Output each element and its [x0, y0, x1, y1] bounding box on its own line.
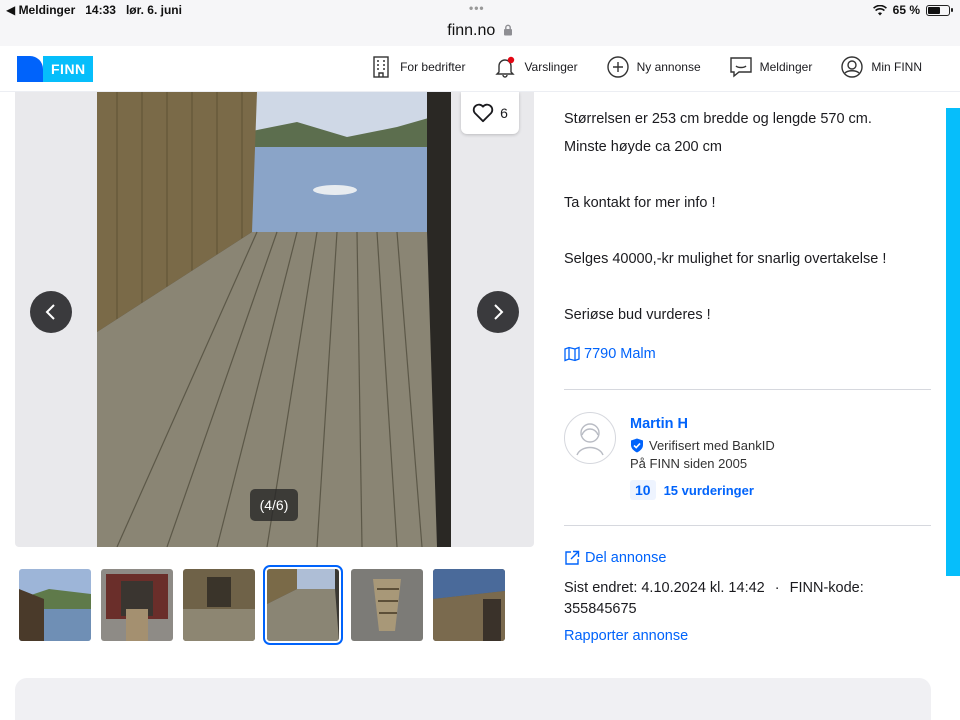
description-line: Selges 40000,-kr mulighet for snarlig ov… [564, 251, 887, 267]
bell-icon [495, 56, 516, 78]
logo-mark [17, 56, 43, 82]
back-to-app-link[interactable]: ◀ Meldinger [6, 3, 75, 17]
address-bar[interactable]: finn.no [0, 20, 960, 46]
side-banner [946, 108, 960, 576]
clock: 14:33 [85, 3, 116, 17]
thumbnail-2[interactable] [101, 569, 173, 641]
multitask-dots-icon[interactable]: ••• [469, 1, 485, 15]
nav-label: Varslinger [524, 60, 578, 74]
nav-label: For bedrifter [400, 60, 466, 74]
seller-avatar[interactable] [564, 412, 616, 464]
nav-for-bedrifter[interactable]: For bedrifter [369, 55, 465, 79]
location-text: 7790 Malm [584, 346, 656, 362]
map-icon [564, 346, 580, 362]
battery-percent: 65 % [892, 3, 920, 17]
verified-shield-icon [631, 438, 643, 453]
logo-text: FINN [43, 56, 93, 82]
chevron-left-icon [45, 304, 55, 320]
battery-level [928, 6, 940, 14]
url-text: finn.no [447, 22, 496, 39]
nav-meldinger[interactable]: Meldinger [729, 55, 813, 79]
thumbnail-image [267, 569, 339, 641]
thumbnail-image [183, 569, 255, 641]
verified-text: Verifisert med BankID [649, 438, 775, 453]
wifi-icon [872, 4, 887, 15]
thumbnail-1[interactable] [19, 569, 91, 641]
nav-label: Ny annonse [636, 60, 701, 74]
thumbnail-image [433, 569, 505, 641]
thumbnail-image [351, 569, 423, 641]
site-header: FINN For bedrifter Varslinger Ny annonse… [0, 46, 960, 92]
chat-icon [729, 57, 752, 78]
description-line: Minste høyde ca 200 cm [564, 139, 722, 155]
thumbnail-3[interactable] [183, 569, 255, 641]
previous-image-button[interactable] [30, 291, 72, 333]
seller-name-link[interactable]: Martin H [630, 416, 688, 432]
favorite-count: 6 [500, 105, 508, 121]
ios-status-bar: ◀ Meldinger 14:33 lør. 6. juni ••• 65 % [0, 0, 960, 20]
nav-label: Min FINN [871, 60, 922, 74]
favorite-button[interactable]: 6 [461, 92, 519, 134]
location-link[interactable]: 7790 Malm [564, 346, 656, 362]
ad-description: Størrelsen er 253 cm bredde og lengde 57… [564, 105, 934, 329]
last-modified: Sist endret: 4.10.2024 kl. 14:42 [564, 580, 765, 596]
chevron-right-icon [494, 304, 504, 320]
image-counter: (4/6) [250, 489, 298, 521]
report-ad-link[interactable]: Rapporter annonse [564, 628, 688, 644]
seller-verified: Verifisert med BankID [630, 438, 775, 453]
user-placeholder-icon [576, 423, 604, 456]
ad-meta: Sist endret: 4.10.2024 kl. 14:42 · FINN-… [564, 578, 884, 620]
finn-logo[interactable]: FINN [17, 56, 93, 82]
nav-varslinger[interactable]: Varslinger [493, 55, 578, 79]
nav-label: Meldinger [759, 60, 813, 74]
date: lør. 6. juni [125, 3, 182, 17]
thumbnail-image [19, 569, 91, 641]
heart-icon [472, 103, 494, 123]
meta-separator: · [774, 580, 780, 596]
description-line: Seriøse bud vurderes ! [564, 307, 711, 323]
main-photo [97, 92, 451, 547]
nav-ny-annonse[interactable]: Ny annonse [606, 55, 701, 79]
share-ad-link[interactable]: Del annonse [564, 550, 666, 566]
seller-rating: 10 15 vurderinger [630, 480, 754, 500]
battery-icon [926, 4, 953, 16]
next-image-button[interactable] [477, 291, 519, 333]
share-icon [565, 550, 580, 565]
share-label: Del annonse [585, 550, 667, 566]
lock-icon [503, 24, 512, 36]
thumbnail-6[interactable] [433, 569, 505, 641]
user-circle-icon [841, 56, 864, 78]
seller-member-since: På FINN siden 2005 [630, 456, 748, 471]
main-nav: For bedrifter Varslinger Ny annonse Meld… [369, 55, 922, 79]
thumbnail-5[interactable] [351, 569, 423, 641]
plus-circle-icon [606, 56, 629, 78]
ad-banner-card [15, 678, 931, 720]
rating-score: 10 [630, 480, 656, 500]
description-line: Ta kontakt for mer info ! [564, 195, 716, 211]
nav-min-finn[interactable]: Min FINN [840, 55, 922, 79]
building-icon [373, 56, 389, 78]
reviews-link[interactable]: 15 vurderinger [664, 483, 754, 498]
divider [564, 525, 931, 526]
divider [564, 389, 931, 390]
image-gallery[interactable]: 6 (4/6) [15, 92, 534, 547]
thumbnail-image [101, 569, 173, 641]
description-line: Størrelsen er 253 cm bredde og lengde 57… [564, 111, 872, 127]
thumbnail-strip [19, 565, 505, 645]
thumbnail-4-selected[interactable] [263, 565, 343, 645]
